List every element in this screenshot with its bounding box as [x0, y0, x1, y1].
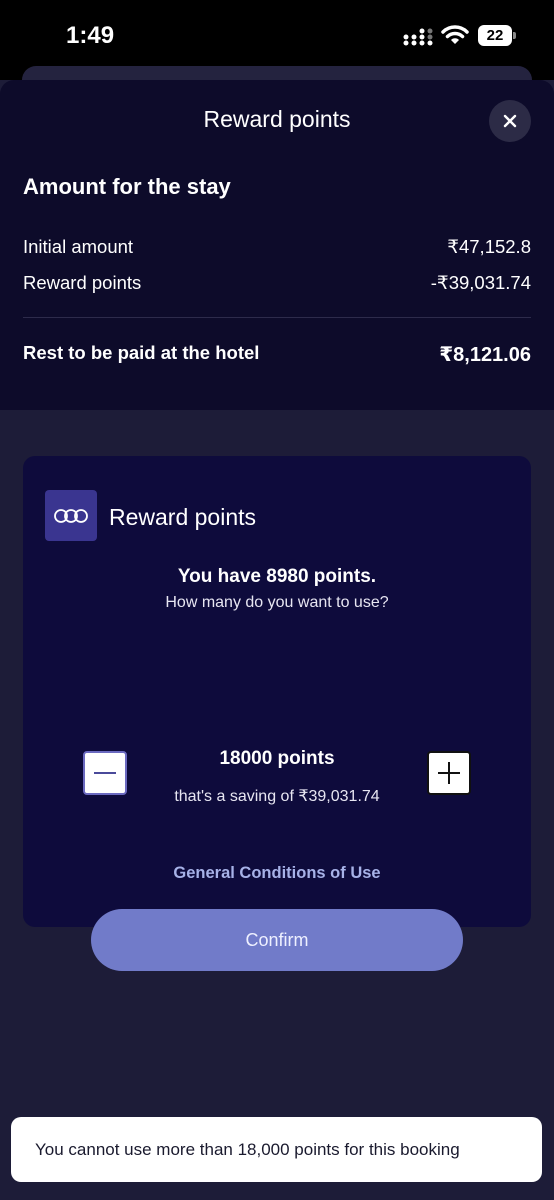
rest-to-pay-label: Rest to be paid at the hotel: [23, 342, 260, 363]
reward-points-sheet: Reward points Amount for the stay Initia…: [0, 80, 554, 1200]
loyalty-logo-icon: [45, 490, 97, 541]
confirm-button[interactable]: Confirm: [91, 909, 463, 971]
battery-icon: 22: [478, 25, 516, 46]
signal-icon: [403, 28, 435, 51]
points-question: How many do you want to use?: [165, 594, 389, 611]
minus-icon: [94, 772, 116, 774]
screen: 1:49 22 Reward points Amount for the sta…: [0, 0, 554, 1200]
rest-to-pay-row: Rest to be paid at the hotel ₹8,121.06: [23, 342, 531, 367]
battery-level: 22: [478, 25, 512, 46]
wifi-icon: [441, 24, 469, 51]
reward-points-row: Reward points -₹39,031.74: [23, 272, 531, 294]
section-title: Amount for the stay: [23, 174, 231, 199]
rest-to-pay-value: ₹8,121.06: [439, 344, 531, 366]
reward-points-card: Reward points You have 8980 points. How …: [23, 456, 531, 971]
initial-amount-row: Initial amount ₹47,152.8: [23, 236, 531, 258]
stay-amount-summary: Reward points Amount for the stay Initia…: [0, 80, 554, 410]
close-icon: [503, 114, 517, 128]
status-time: 1:49: [66, 22, 115, 49]
toast-message: You cannot use more than 18,000 points f…: [11, 1117, 542, 1182]
plus-icon: [438, 762, 460, 784]
points-balance: You have 8980 points.: [177, 566, 377, 587]
battery-cap: [513, 32, 516, 39]
reward-card-title: Reward points: [109, 504, 257, 530]
increase-points-button[interactable]: [427, 751, 471, 795]
sheet-title: Reward points: [203, 106, 351, 132]
reward-points-label: Reward points: [23, 272, 142, 293]
reward-points-value: -₹39,031.74: [430, 272, 531, 293]
initial-amount-value: ₹47,152.8: [447, 236, 531, 257]
close-button[interactable]: [489, 100, 531, 142]
divider: [23, 317, 531, 318]
initial-amount-label: Initial amount: [23, 236, 134, 257]
general-conditions-link[interactable]: General Conditions of Use: [23, 864, 531, 883]
